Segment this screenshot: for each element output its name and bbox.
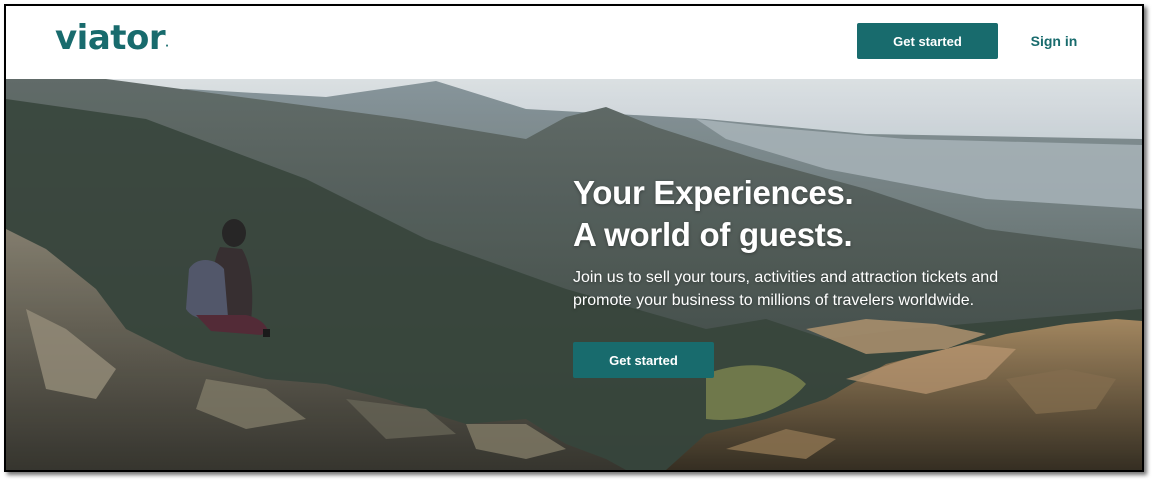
hero-text-block: Your Experiences. A world of guests. Joi… <box>573 172 1093 312</box>
hero-headline-line-1: Your Experiences. <box>573 174 854 211</box>
hero-subtitle-line-2: promote your business to millions of tra… <box>573 292 975 309</box>
hero-get-started-button[interactable]: Get started <box>573 342 714 378</box>
logo-text: viator <box>55 18 166 58</box>
sign-in-link[interactable]: Sign in <box>1022 23 1086 59</box>
get-started-button[interactable]: Get started <box>857 23 998 59</box>
browser-page: viator· Get started Sign in Your Experie… <box>4 4 1144 472</box>
hero-headline-line-2: A world of guests. <box>573 216 853 253</box>
viator-logo[interactable]: viator· <box>55 18 169 58</box>
top-navbar: viator· Get started Sign in <box>6 6 1142 79</box>
logo-dot-icon: · <box>165 41 169 52</box>
hero-subtitle-line-1: Join us to sell your tours, activities a… <box>573 269 999 286</box>
hero-banner: Your Experiences. A world of guests. Joi… <box>6 79 1142 470</box>
